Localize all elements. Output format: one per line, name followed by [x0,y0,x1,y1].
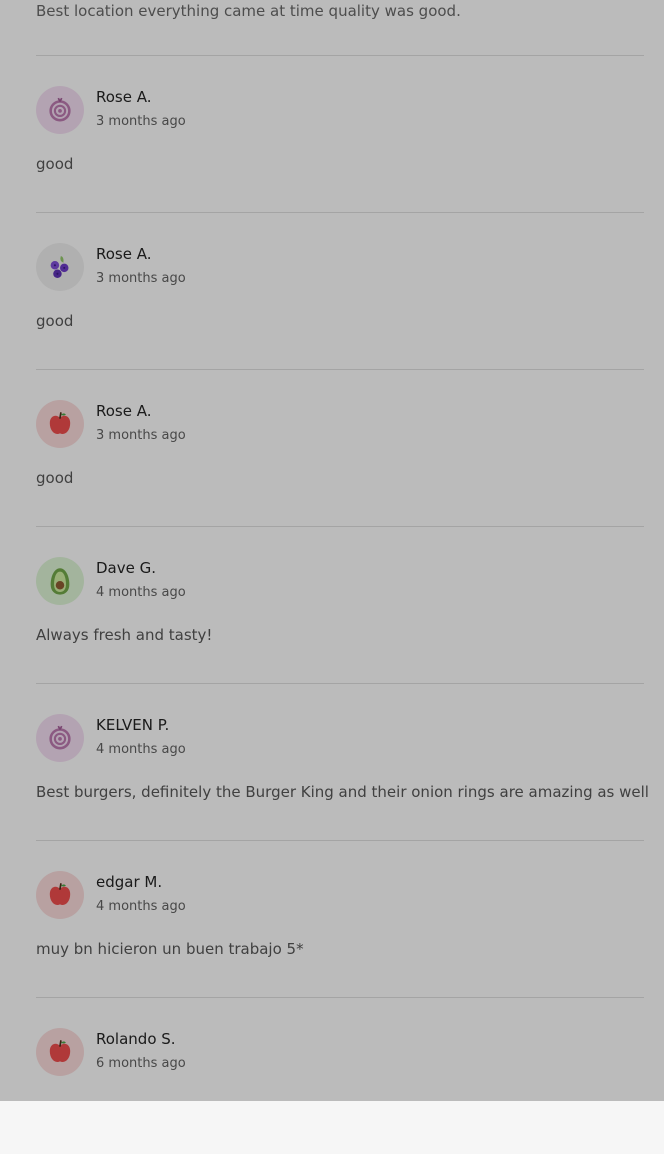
avatar [36,400,84,448]
review-item: Rose A. 3 months ago good [0,55,664,212]
avatar [36,86,84,134]
reviewer-name: Rose A. [96,88,152,106]
review-item: Dave G. 4 months ago Always fresh and ta… [0,526,664,683]
review-text: good [36,155,74,173]
reviewer-name: edgar M. [96,873,163,891]
review-date: 4 months ago [96,585,186,600]
review-text: muy bn hicieron un buen trabajo 5* [36,940,304,958]
apple-icon [49,883,71,906]
apple-icon [49,1040,71,1063]
review-date: 3 months ago [96,271,186,286]
review-date: 6 months ago [96,1056,186,1071]
avatar [36,557,84,605]
review-item: Rose A. 3 months ago good [0,369,664,526]
review-text: good [36,469,74,487]
review-item: Rose A. 3 months ago good [0,212,664,369]
review-date: 3 months ago [96,114,186,129]
review-text: Best location everything came at time qu… [36,2,461,20]
avatar [36,243,84,291]
review-date: 4 months ago [96,742,186,757]
reviewer-name: Rose A. [96,402,152,420]
reviewer-name: Dave G. [96,559,157,577]
apple-icon [49,412,71,435]
avatar [36,714,84,762]
reviewer-name: KELVEN P. [96,716,170,734]
avatar [36,1028,84,1076]
avocado-icon [50,568,70,595]
onion-icon [49,725,71,750]
review-item: KELVEN P. 4 months ago Best burgers, def… [0,683,664,840]
review-date: 3 months ago [96,428,186,443]
review-date: 4 months ago [96,899,186,914]
onion-icon [49,97,71,122]
reviewer-name: Rolando S. [96,1030,176,1048]
blueberry-icon [50,255,69,279]
review-text: good [36,312,74,330]
avatar [36,871,84,919]
review-item: edgar M. 4 months ago muy bn hicieron un… [0,840,664,997]
reviewer-name: Rose A. [96,245,152,263]
review-text: Best burgers, definitely the Burger King… [36,783,649,801]
review-text: Always fresh and tasty! [36,626,213,644]
review-item: Rolando S. 6 months ago [0,997,664,1154]
reviews-page: Best location everything came at time qu… [0,0,664,1101]
